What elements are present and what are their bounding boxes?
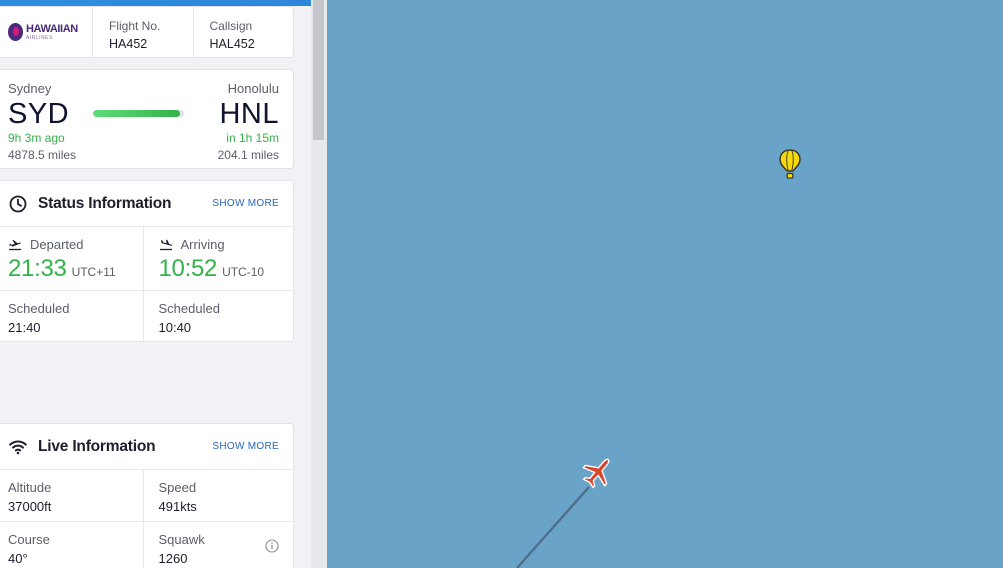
scheduled-departure-cell: Scheduled 21:40	[0, 291, 144, 342]
flight-trail	[516, 486, 590, 568]
flight-progress-bar	[93, 110, 184, 117]
status-section-title: Status Information	[38, 194, 172, 212]
actual-times-row: Departed 21:33 UTC+11 Arriving 10:52 UTC…	[0, 227, 293, 291]
live-section-header: Live Information SHOW MORE	[0, 424, 293, 470]
scheduled-times-row: Scheduled 21:40 Scheduled 10:40	[0, 291, 293, 342]
arriving-timezone: UTC-10	[222, 265, 265, 279]
live-information-card: Live Information SHOW MORE Altitude 3700…	[0, 423, 294, 568]
squawk-value: 1260	[158, 551, 188, 566]
origin-city: Sydney	[8, 81, 52, 96]
arrival-icon	[159, 239, 172, 250]
squawk-cell: Squawk 1260	[144, 522, 294, 568]
sidebar-scrollbar[interactable]	[311, 0, 327, 568]
departure-icon	[9, 239, 21, 250]
plane-icon[interactable]	[579, 453, 617, 491]
origin-code: SYD	[8, 98, 70, 130]
status-information-card: Status Information SHOW MORE Departed 21…	[0, 180, 294, 342]
flight-header-card: HAWAIIAN AIRLINES Flight No. HA452 Calls…	[0, 6, 294, 58]
destination-remaining: in 1h 15m	[226, 131, 279, 145]
balloon-icon[interactable]	[778, 148, 802, 182]
origin-distance: 4878.5 miles	[8, 148, 77, 162]
course-label: Course	[8, 532, 50, 547]
scheduled-arrival-cell: Scheduled 10:40	[144, 291, 294, 342]
status-section-header: Status Information SHOW MORE	[0, 181, 293, 227]
scheduled-departure-label: Scheduled	[8, 301, 70, 316]
destination-city: Honolulu	[227, 81, 279, 96]
course-cell: Course 40°	[0, 522, 144, 568]
destination-distance: 204.1 miles	[217, 148, 279, 162]
status-show-more-link[interactable]: SHOW MORE	[212, 198, 279, 209]
scheduled-arrival-value: 10:40	[158, 320, 192, 335]
arriving-time: 10:52	[158, 255, 218, 282]
sidebar-scroll-thumb[interactable]	[313, 0, 324, 140]
speed-cell: Speed 491kts	[144, 470, 294, 521]
info-icon[interactable]	[265, 539, 279, 553]
altitude-value: 37000ft	[8, 499, 52, 514]
scheduled-arrival-label: Scheduled	[158, 301, 220, 316]
clock-icon	[9, 195, 27, 212]
live-show-more-link[interactable]: SHOW MORE	[212, 441, 279, 452]
departed-cell: Departed 21:33 UTC+11	[0, 227, 144, 290]
arriving-cell: Arriving 10:52 UTC-10	[144, 227, 294, 290]
scheduled-departure-value: 21:40	[8, 320, 41, 335]
callsign-label: Callsign	[209, 19, 253, 33]
altitude-speed-row: Altitude 37000ft Speed 491kts	[0, 470, 293, 522]
flight-sidebar: HAWAIIAN AIRLINES Flight No. HA452 Calls…	[0, 0, 311, 568]
departed-time: 21:33	[8, 255, 67, 282]
altitude-cell: Altitude 37000ft	[0, 470, 144, 521]
airline-logo: HAWAIIAN AIRLINES	[0, 7, 93, 57]
flight-no-cell: Flight No. HA452	[93, 7, 194, 57]
flight-no-value: HA452	[109, 37, 148, 51]
arriving-label: Arriving	[180, 237, 225, 252]
flight-no-label: Flight No.	[109, 19, 161, 33]
departed-timezone: UTC+11	[71, 265, 116, 279]
callsign-cell: Callsign HAL452	[194, 7, 294, 57]
live-section-title: Live Information	[38, 437, 156, 455]
flight-progress-fill	[93, 110, 181, 117]
destination-code: HNL	[219, 98, 279, 130]
airline-logo-subtext: AIRLINES	[26, 34, 53, 41]
airline-logo-text: HAWAIIAN	[26, 22, 78, 35]
origin-elapsed: 9h 3m ago	[8, 131, 65, 145]
route-card: Sydney SYD 9h 3m ago 4878.5 miles Honolu…	[0, 69, 294, 169]
course-value: 40°	[8, 551, 28, 566]
callsign-value: HAL452	[209, 37, 255, 51]
map-view[interactable]	[327, 0, 1003, 568]
wifi-icon	[9, 439, 27, 454]
speed-value: 491kts	[158, 499, 197, 514]
departed-label: Departed	[30, 237, 84, 252]
speed-label: Speed	[158, 480, 197, 495]
altitude-label: Altitude	[8, 480, 52, 495]
airline-logo-flower-icon	[8, 23, 23, 41]
course-squawk-row: Course 40° Squawk 1260	[0, 522, 293, 568]
